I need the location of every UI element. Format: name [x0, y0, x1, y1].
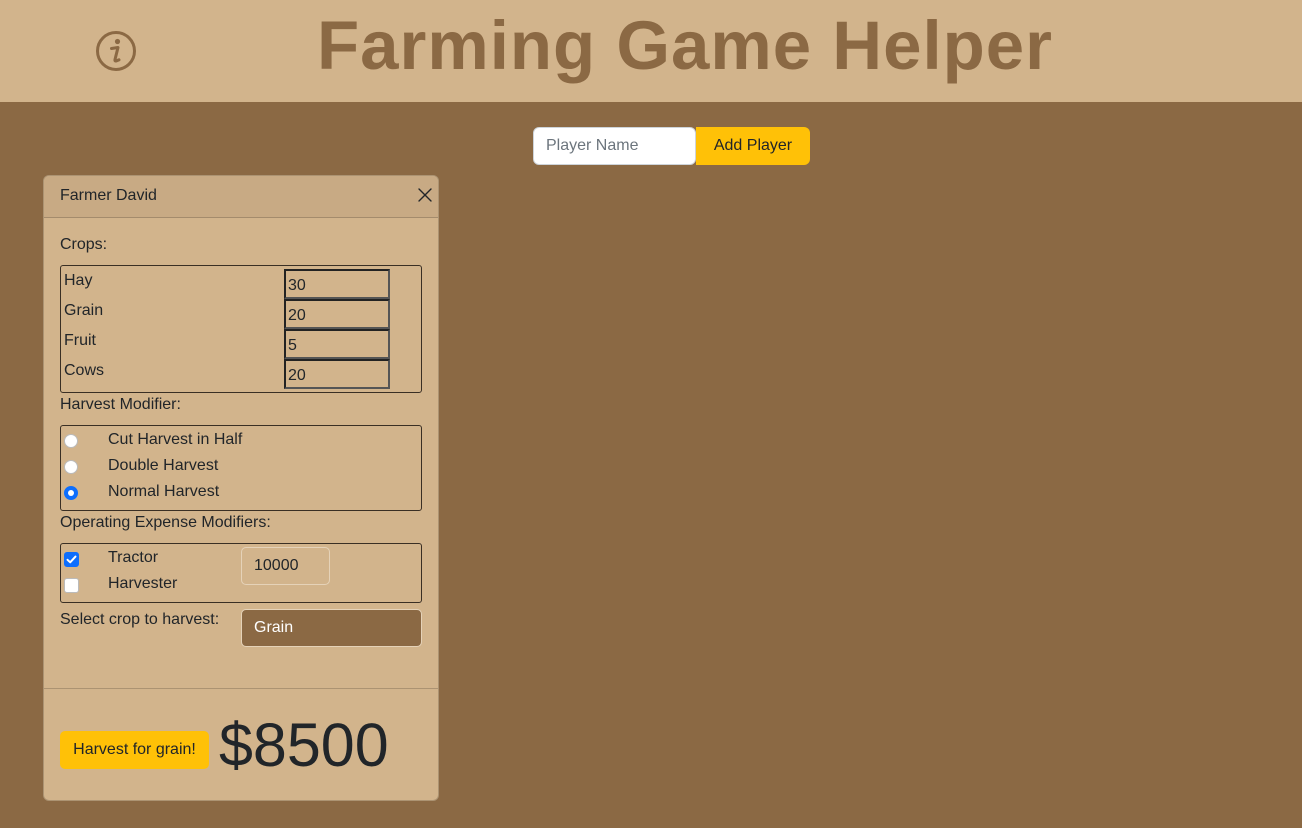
crops-label: Crops:	[60, 236, 108, 253]
checkmark-icon	[66, 555, 77, 564]
radio-cut-harvest[interactable]	[64, 434, 78, 448]
radio-normal-harvest[interactable]	[64, 486, 78, 500]
harvest-total: $8500	[219, 711, 389, 779]
checkbox-label-tractor: Tractor	[108, 549, 159, 566]
radio-label-cut-harvest: Cut Harvest in Half	[108, 431, 243, 448]
crops-group: Hay Grain Fruit Cows	[60, 265, 422, 393]
checkbox-tractor[interactable]	[64, 552, 79, 567]
crop-select[interactable]: Grain	[241, 609, 422, 647]
crop-input-fruit[interactable]	[284, 329, 390, 359]
crop-name-cows: Cows	[64, 362, 105, 379]
crop-input-cows[interactable]	[284, 359, 390, 389]
crop-name-fruit: Fruit	[64, 332, 96, 349]
expense-modifier-group: Tractor Harvester	[60, 543, 422, 603]
player-card-footer: Harvest for grain! $8500	[44, 688, 438, 801]
harvest-modifier-label: Harvest Modifier:	[60, 396, 181, 413]
harvest-modifier-group: Cut Harvest in Half Double Harvest Norma…	[60, 425, 422, 511]
radio-label-double-harvest: Double Harvest	[108, 457, 219, 474]
radio-label-normal-harvest: Normal Harvest	[108, 483, 220, 500]
crop-input-grain[interactable]	[284, 299, 390, 329]
player-card-header: Farmer David	[44, 176, 438, 218]
expense-modifier-label: Operating Expense Modifiers:	[60, 514, 271, 531]
crop-name-hay: Hay	[64, 272, 93, 289]
harvest-button[interactable]: Harvest for grain!	[60, 731, 209, 769]
select-crop-label: Select crop to harvest:	[60, 611, 220, 628]
checkbox-harvester[interactable]	[64, 578, 79, 593]
crop-select-value: Grain	[254, 619, 294, 636]
checkbox-label-harvester: Harvester	[108, 575, 178, 592]
crop-input-hay[interactable]	[284, 269, 390, 299]
expense-amount-input[interactable]	[241, 547, 330, 585]
radio-double-harvest[interactable]	[64, 460, 78, 474]
crop-name-grain: Grain	[64, 302, 104, 319]
app-header: Farming Game Helper	[0, 0, 1302, 102]
page-title: Farming Game Helper	[316, 7, 1054, 84]
close-icon[interactable]	[416, 186, 434, 204]
player-card: Farmer David Crops: Hay Grain Fruit Cows…	[43, 175, 439, 801]
add-player-button[interactable]: Add Player	[696, 127, 810, 165]
player-name: Farmer David	[60, 187, 157, 204]
player-name-input[interactable]	[533, 127, 696, 165]
